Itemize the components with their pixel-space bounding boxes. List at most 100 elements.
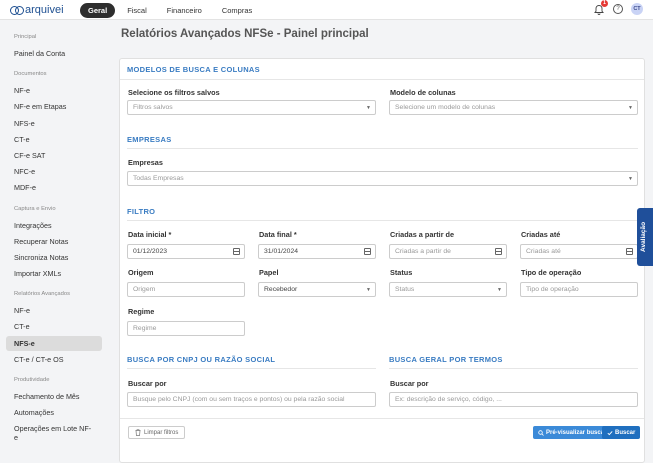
buscar-geral-input[interactable]: Ex: descrição de serviço, código, ... (389, 392, 638, 407)
notifications-button[interactable]: 1 (593, 0, 608, 15)
sidebar-item-fechamento-mes[interactable]: Fechamento de Mês (6, 389, 102, 404)
data-final-input[interactable]: 31/01/2024 (258, 244, 376, 259)
tab-geral[interactable]: Geral (80, 3, 116, 18)
sidebar-section-documentos: Documentos (14, 71, 47, 78)
divider (120, 79, 644, 80)
clear-filters-button[interactable]: Limpar filtros (128, 426, 186, 439)
modelo-colunas-value: Selecione um modelo de colunas (395, 104, 496, 111)
criadas-a-partir-input[interactable]: Criadas a partir de (389, 244, 507, 259)
sidebar-item-relatorio-cte[interactable]: CT-e (6, 319, 102, 334)
sidebar-item-nfce[interactable]: NFC-e (6, 164, 102, 179)
papel-select[interactable]: Recebedor ▼ (258, 282, 376, 297)
sidebar-item-relatorio-cte-os[interactable]: CT-e / CT-e OS (6, 352, 102, 367)
buscar-cnpj-placeholder: Busque pelo CNPJ (com ou sem traços e po… (133, 396, 345, 403)
criadas-a-partir-placeholder: Criadas a partir de (395, 248, 451, 255)
sidebar: Principal Painel da Conta Documentos NF-… (0, 20, 108, 450)
chevron-down-icon: ▼ (628, 176, 633, 182)
status-placeholder: Status (395, 286, 415, 293)
status-label: Status (390, 268, 413, 277)
empresas-select[interactable]: Todas Empresas ▼ (127, 171, 638, 186)
top-right-actions: 1 ? CT (593, 0, 643, 15)
empresas-label: Empresas (128, 158, 163, 167)
feedback-tab[interactable]: Avaliação (637, 208, 653, 266)
preview-search-button[interactable]: Pré-visualizar busca (533, 426, 610, 439)
sidebar-item-automacoes[interactable]: Automações (6, 405, 102, 420)
report-form-card: MODELOS DE BUSCA E COLUNAS Selecione os … (119, 58, 645, 463)
tipo-operacao-label: Tipo de operação (521, 268, 582, 277)
calendar-icon (495, 248, 502, 255)
sidebar-item-mdfe[interactable]: MDF-e (6, 180, 102, 195)
sidebar-item-integracoes[interactable]: Integrações (6, 218, 102, 233)
section-filtro-title: FILTRO (127, 207, 156, 216)
logo-text: arquivei (25, 4, 64, 16)
sidebar-item-operacoes-lote[interactable]: Operações em Lote NF-e (6, 421, 102, 445)
origem-input[interactable]: Origem (127, 282, 245, 297)
search-button[interactable]: Buscar (602, 426, 641, 439)
section-busca-cnpj-title: BUSCA POR CNPJ OU RAZÃO SOCIAL (127, 355, 276, 364)
tab-fiscal[interactable]: Fiscal (119, 3, 155, 18)
regime-input[interactable]: Regime (127, 321, 245, 336)
sidebar-item-importar-xmls[interactable]: Importar XMLs (6, 266, 102, 281)
sidebar-item-relatorio-nfe[interactable]: NF-e (6, 303, 102, 318)
chevron-down-icon: ▼ (366, 287, 371, 293)
section-busca-geral-title: BUSCA GERAL POR TERMOS (389, 355, 503, 364)
filtros-salvos-select[interactable]: Filtros salvos ▼ (127, 100, 376, 115)
main-nav: Geral Fiscal Financeiro Compras (80, 3, 260, 18)
logo[interactable]: arquivei (10, 4, 64, 16)
sidebar-item-nfe-etapas[interactable]: NF-e em Etapas (6, 99, 102, 114)
sidebar-item-cte[interactable]: CT-e (6, 132, 102, 147)
sidebar-item-sincroniza-notas[interactable]: Sincroniza Notas (6, 250, 102, 265)
modelo-colunas-select[interactable]: Selecione um modelo de colunas ▼ (389, 100, 638, 115)
avatar[interactable]: CT (631, 3, 643, 15)
tab-compras[interactable]: Compras (214, 3, 260, 18)
criadas-ate-input[interactable]: Criadas até (520, 244, 638, 259)
tab-financeiro[interactable]: Financeiro (159, 3, 210, 18)
data-final-label: Data final * (259, 230, 297, 239)
notification-badge: 1 (601, 0, 608, 7)
sidebar-section-captura: Captura e Envio (14, 205, 56, 212)
divider (127, 148, 638, 149)
divider (389, 368, 638, 369)
filtros-salvos-label: Selecione os filtros salvos (128, 88, 220, 97)
chevron-down-icon: ▼ (497, 287, 502, 293)
top-bar: arquivei Geral Fiscal Financeiro Compras… (0, 0, 653, 20)
calendar-icon (626, 248, 633, 255)
divider (127, 220, 638, 221)
sidebar-item-nfe[interactable]: NF-e (6, 83, 102, 98)
buscar-cnpj-label: Buscar por (128, 379, 167, 388)
buscar-geral-placeholder: Ex: descrição de serviço, código, ... (395, 396, 502, 403)
buscar-cnpj-input[interactable]: Busque pelo CNPJ (com ou sem traços e po… (127, 392, 376, 407)
data-inicial-input[interactable]: 01/12/2023 (127, 244, 245, 259)
tipo-operacao-input[interactable]: Tipo de operação (520, 282, 638, 297)
main-content: Relatórios Avançados NFSe - Painel princ… (110, 20, 653, 463)
trash-icon (135, 429, 141, 436)
sidebar-item-recuperar-notas[interactable]: Recuperar Notas (6, 234, 102, 249)
tipo-operacao-placeholder: Tipo de operação (526, 286, 579, 293)
logo-icon (10, 6, 24, 15)
help-icon[interactable]: ? (613, 4, 623, 14)
criadas-ate-label: Criadas até (521, 230, 561, 239)
origem-label: Origem (128, 268, 154, 277)
criadas-a-partir-label: Criadas a partir de (390, 230, 455, 239)
section-modelos-title: MODELOS DE BUSCA E COLUNAS (127, 65, 260, 74)
calendar-icon (233, 248, 240, 255)
sidebar-item-painel-da-conta[interactable]: Painel da Conta (6, 46, 102, 61)
modelo-colunas-label: Modelo de colunas (390, 88, 456, 97)
calendar-icon (364, 248, 371, 255)
sidebar-item-relatorio-nfse[interactable]: NFS-e (6, 335, 102, 351)
chevron-down-icon: ▼ (628, 105, 633, 111)
page-title: Relatórios Avançados NFSe - Painel princ… (121, 28, 369, 40)
buscar-geral-label: Buscar por (390, 379, 429, 388)
feedback-tab-label: Avaliação (640, 221, 647, 252)
data-inicial-value: 01/12/2023 (133, 248, 168, 255)
data-inicial-label: Data inicial * (128, 230, 172, 239)
regime-label: Regime (128, 307, 155, 316)
status-select[interactable]: Status ▼ (389, 282, 507, 297)
sidebar-item-nfse[interactable]: NFS-e (6, 116, 102, 131)
divider (127, 368, 376, 369)
check-icon (607, 430, 613, 435)
sidebar-section-relatorios: Relatórios Avançados (14, 291, 70, 298)
regime-placeholder: Regime (133, 325, 157, 332)
sidebar-item-cfe-sat[interactable]: CF-e SAT (6, 148, 102, 163)
filtros-salvos-value: Filtros salvos (133, 104, 173, 111)
